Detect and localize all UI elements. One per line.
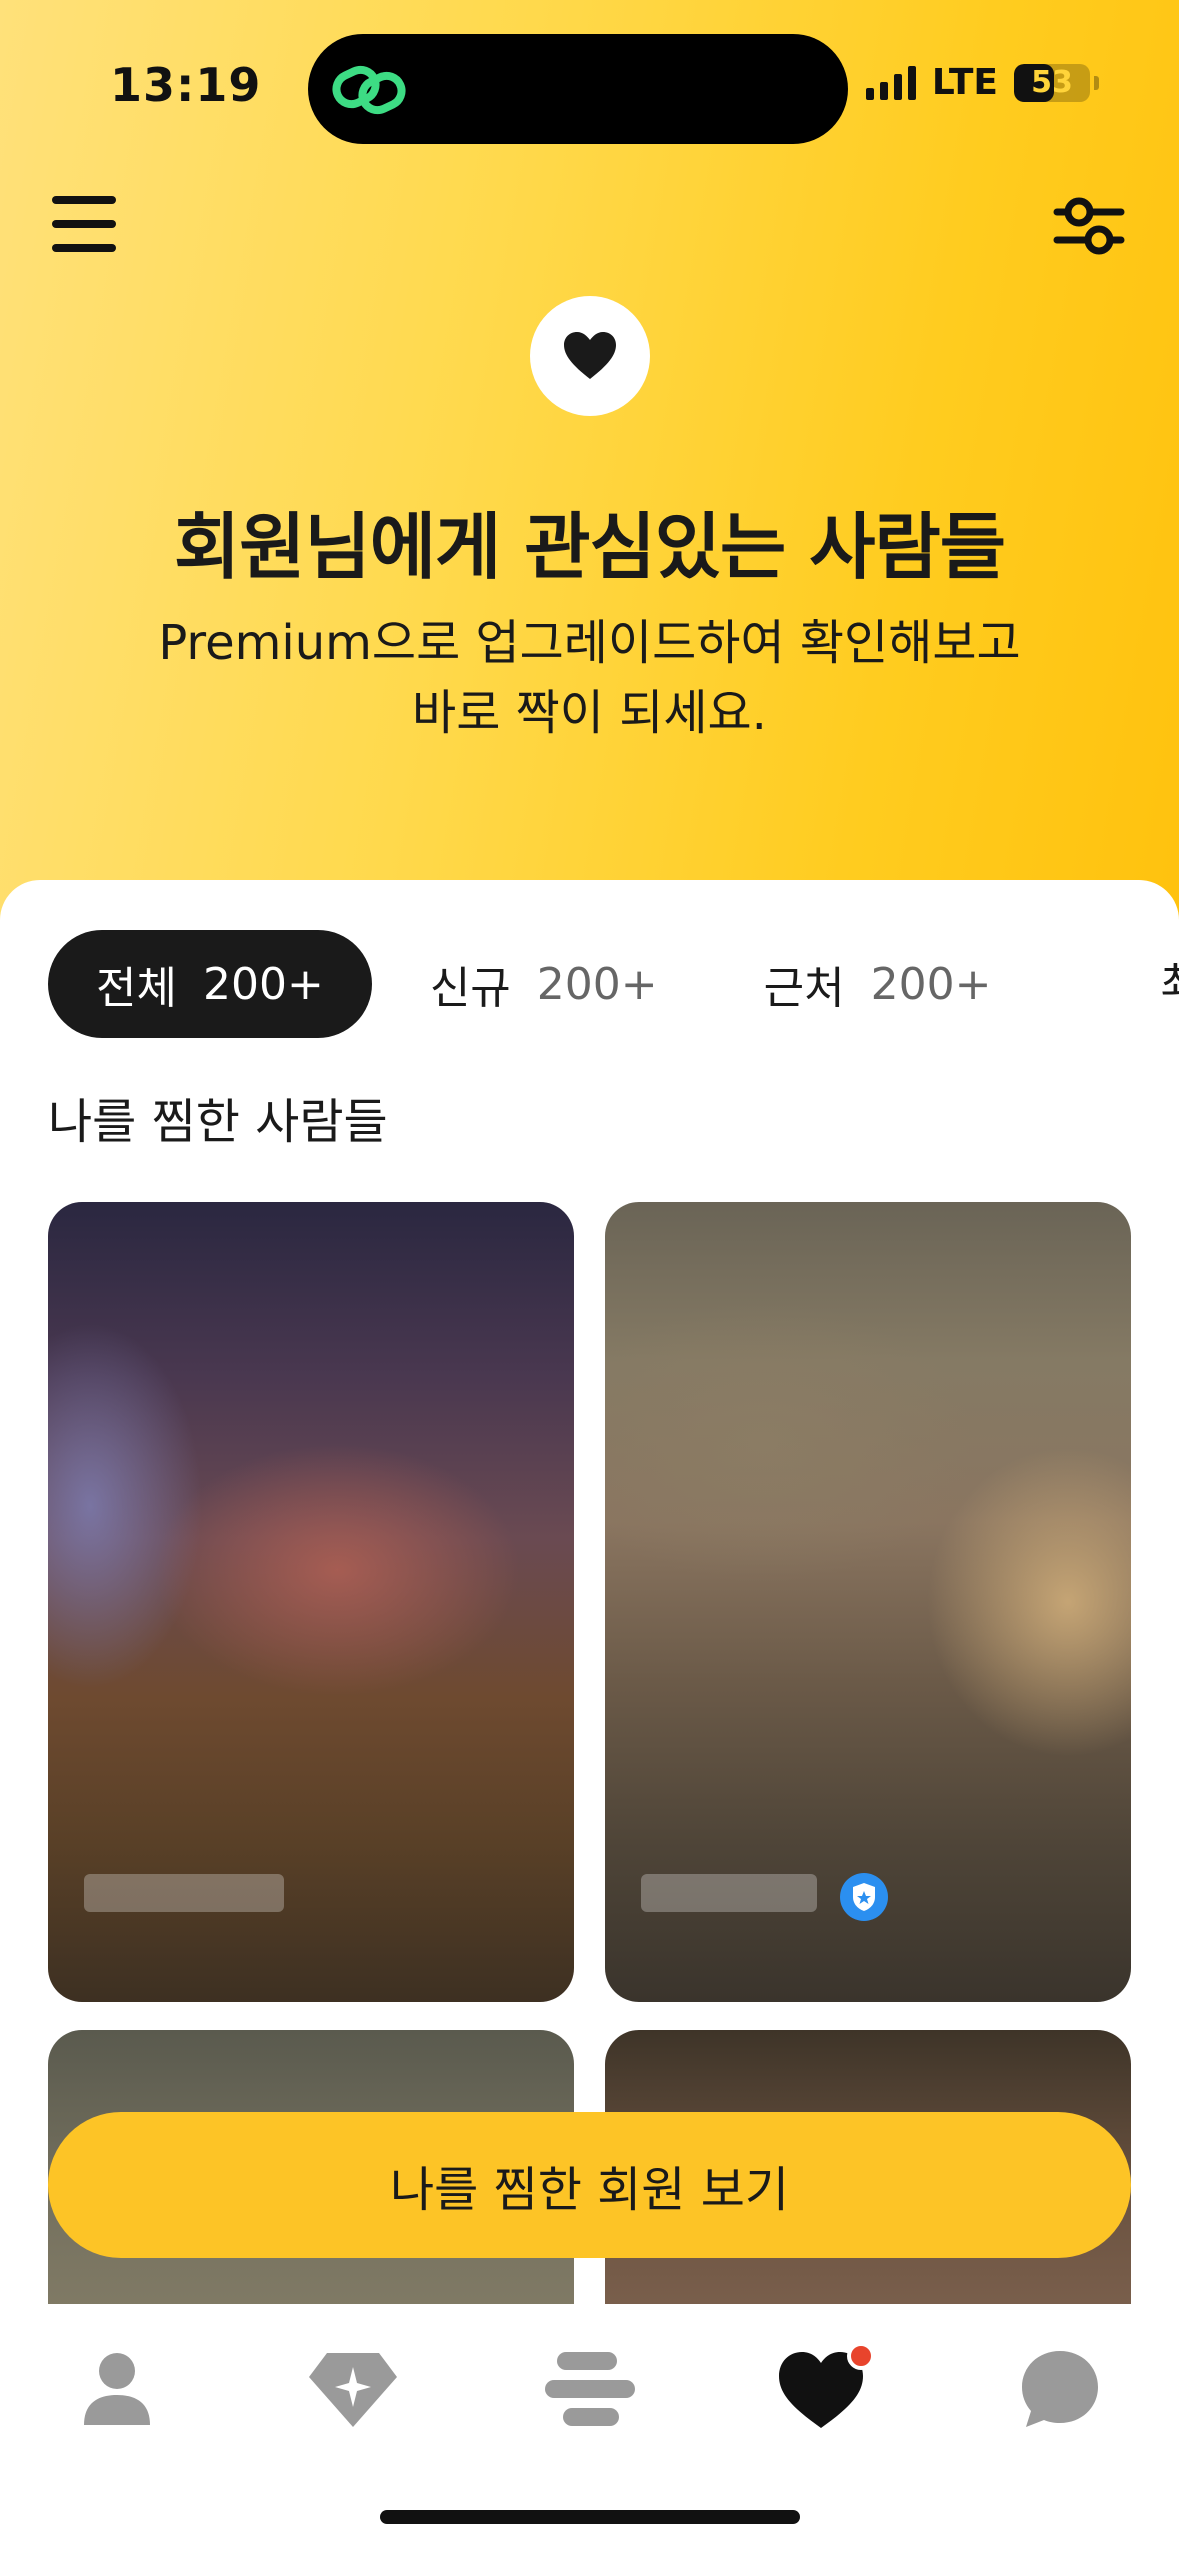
dynamic-island xyxy=(308,34,848,144)
filter-tabs: 전체 200+ 신규 200+ 근처 200+ xyxy=(48,930,1049,1038)
battery-icon: 53 xyxy=(1014,63,1090,102)
nav-stack[interactable] xyxy=(535,2334,645,2444)
tab-nearby[interactable]: 근처 200+ xyxy=(716,930,1040,1038)
tab-all[interactable]: 전체 200+ xyxy=(48,930,372,1038)
heart-icon xyxy=(779,2344,875,2428)
status-time: 13:19 xyxy=(110,58,262,112)
tab-overflow-hint[interactable]: 최 xyxy=(1160,950,1179,1020)
tab-count: 200+ xyxy=(202,958,324,1010)
profile-icon xyxy=(84,2353,150,2425)
tab-count: 200+ xyxy=(536,958,658,1010)
diamond-sparkle-icon xyxy=(309,2353,397,2427)
hero-subtitle-line2: 바로 짝이 되세요. xyxy=(412,685,767,741)
nav-discover[interactable] xyxy=(298,2334,408,2444)
filter-sliders-icon[interactable] xyxy=(1053,190,1125,262)
tab-new[interactable]: 신규 200+ xyxy=(382,930,706,1038)
name-placeholder xyxy=(641,1874,817,1912)
home-indicator xyxy=(380,2510,800,2524)
notification-dot xyxy=(847,2344,875,2370)
chat-bubble-icon xyxy=(1022,2351,1098,2427)
hero-subtitle: Premium으로 업그레이드하여 확인해보고 바로 짝이 되세요. xyxy=(120,608,1059,748)
tab-label: 근처 xyxy=(763,963,845,1014)
nav-profile[interactable] xyxy=(62,2334,172,2444)
battery-level: 53 xyxy=(1031,64,1073,100)
tab-label: 신규 xyxy=(429,963,511,1014)
status-indicators: LTE 53 xyxy=(865,62,1099,103)
network-type: LTE xyxy=(931,62,998,103)
verified-badge-icon xyxy=(840,1873,888,1921)
liked-profile-card[interactable] xyxy=(605,1202,1131,2002)
hamburger-menu-icon[interactable] xyxy=(52,196,116,256)
liked-profile-card[interactable] xyxy=(48,1202,574,2002)
nav-likes[interactable] xyxy=(770,2334,880,2444)
view-liked-members-button[interactable]: 나를 찜한 회원 보기 xyxy=(48,2112,1131,2258)
stack-cards-icon xyxy=(545,2352,635,2426)
nav-chat[interactable] xyxy=(1005,2334,1115,2444)
battery-cap xyxy=(1094,75,1099,90)
hero-subtitle-line1: Premium으로 업그레이드하여 확인해보고 xyxy=(158,615,1021,671)
tab-count: 200+ xyxy=(870,958,992,1010)
tab-label: 전체 xyxy=(96,963,177,1014)
section-title: 나를 찜한 사람들 xyxy=(48,1094,388,1150)
cellular-signal-icon xyxy=(865,65,916,100)
heart-badge xyxy=(530,296,650,416)
hero-title: 회원님에게 관심있는 사람들 xyxy=(173,505,1006,589)
heart-icon xyxy=(564,332,616,379)
name-placeholder xyxy=(84,1874,284,1912)
link-app-icon xyxy=(332,65,406,115)
